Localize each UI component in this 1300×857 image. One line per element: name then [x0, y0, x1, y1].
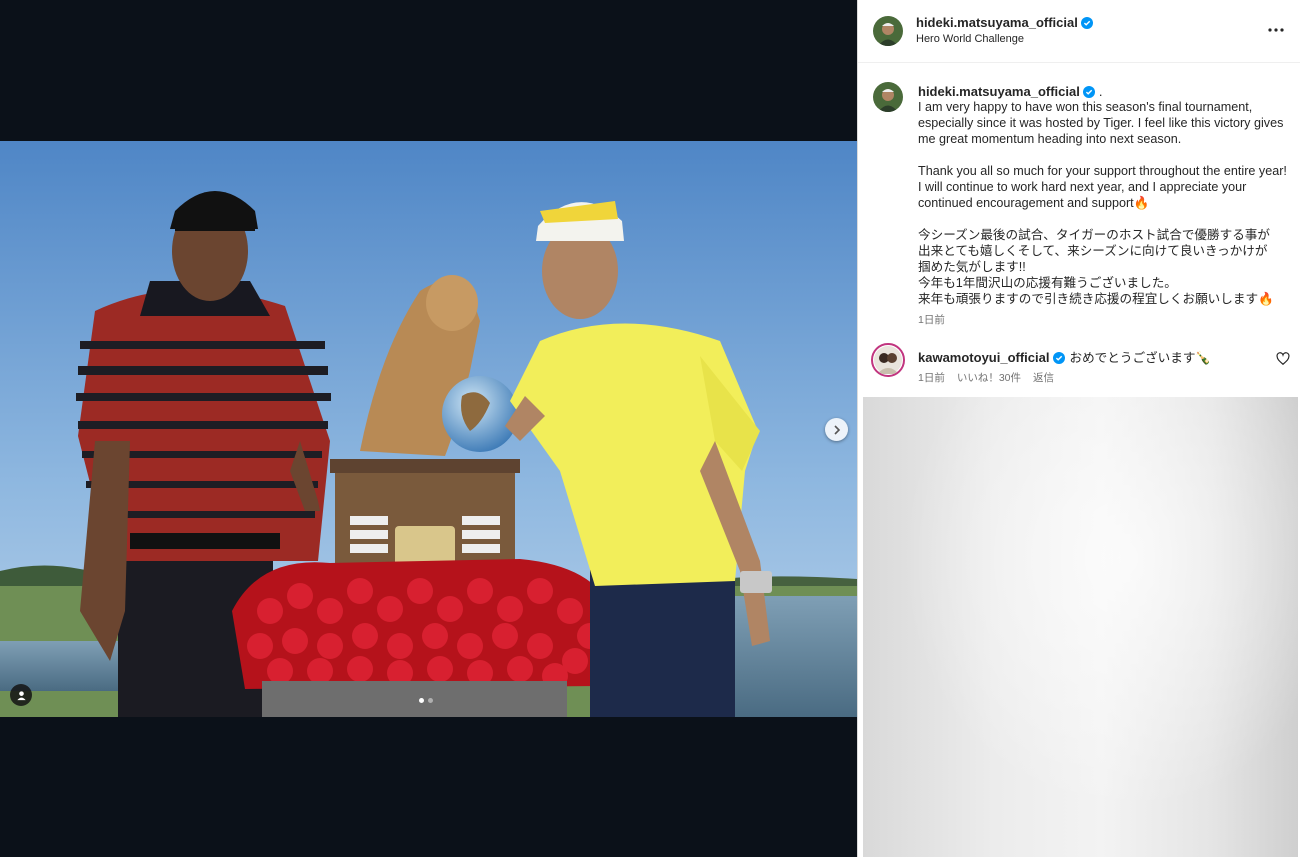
verified-badge-icon [1080, 17, 1093, 29]
post-header: hideki.matsuyama_official Hero World Cha… [858, 0, 1300, 63]
heart-icon[interactable] [1276, 352, 1290, 366]
tagged-users-button[interactable] [10, 684, 32, 706]
comment-likes[interactable]: いいね！30件 [957, 372, 1021, 384]
comment-meta: 1日前 いいね！30件 返信 [918, 370, 1066, 385]
caption-line: me great momentum heading into next seas… [918, 132, 1182, 146]
carousel-dot [428, 698, 433, 703]
caption-line: 今年も1年間沢山の応援有難うございました。 [918, 276, 1177, 290]
comment-text: おめでとうございます🍾 [1069, 351, 1212, 365]
caption-line: continued encouragement and support🔥 [918, 196, 1150, 210]
header-username[interactable]: hideki.matsuyama_official [916, 15, 1093, 30]
post-photo [0, 141, 857, 717]
caption-avatar[interactable] [873, 82, 903, 112]
verified-badge-icon [1082, 86, 1095, 98]
comment-body: kawamotoyui_official おめでとうございます🍾 [918, 347, 1211, 366]
caption-line: 掴めた気がします!! [918, 260, 1026, 274]
caption-username[interactable]: hideki.matsuyama_official. [918, 84, 1102, 99]
caption-text: I am very happy to have won this season'… [918, 99, 1293, 307]
caption-line: 来年も頑張りますので引き続き応援の程宜しくお願いします🔥 [918, 292, 1274, 306]
header-username-text[interactable]: hideki.matsuyama_official [916, 15, 1078, 30]
caption-dot: . [1098, 84, 1103, 99]
caption-timestamp[interactable]: 1日前 [918, 312, 945, 327]
comment-timestamp[interactable]: 1日前 [918, 372, 945, 384]
caption-line: I will continue to work hard next year, … [918, 180, 1247, 194]
caption-line: 今シーズン最後の試合、タイガーのホスト試合で優勝する事が [918, 228, 1270, 242]
caption-username-text[interactable]: hideki.matsuyama_official [918, 84, 1080, 99]
comment-username[interactable]: kawamotoyui_official [918, 350, 1049, 365]
more-icon [1268, 28, 1284, 32]
post-side-panel: hideki.matsuyama_official Hero World Cha… [857, 0, 1300, 857]
media-viewer [0, 0, 857, 857]
avatar[interactable] [873, 16, 903, 46]
comment-avatar[interactable] [871, 343, 905, 377]
verified-badge-icon [1053, 352, 1066, 364]
carousel-indicator [419, 698, 433, 703]
caption-line: especially since it was hosted by Tiger.… [918, 116, 1284, 130]
carousel-dot-active [419, 698, 424, 703]
user-tag-icon [16, 690, 26, 700]
caption-line: I am very happy to have won this season'… [918, 100, 1253, 114]
loading-placeholder [863, 397, 1298, 857]
more-options-button[interactable] [1266, 20, 1286, 40]
caption-line: Thank you all so much for your support t… [918, 164, 1287, 178]
comment-reply-button[interactable]: 返信 [1033, 372, 1054, 384]
next-image-button[interactable] [825, 418, 848, 441]
chevron-right-icon [833, 424, 840, 435]
caption-line: 出来とても嬉しくそして、来シーズンに向けて良いきっかけが [918, 244, 1268, 258]
location-link[interactable]: Hero World Challenge [916, 33, 1024, 45]
